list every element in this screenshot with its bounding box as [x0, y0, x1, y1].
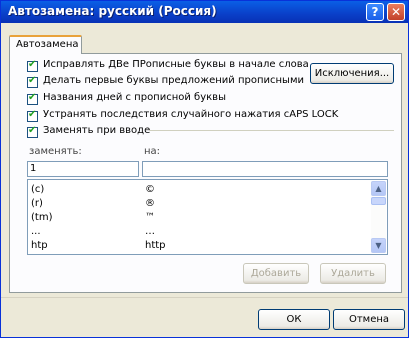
list-item[interactable]: ... … [28, 226, 368, 238]
list-item-from: htp [31, 240, 48, 251]
replace-input[interactable]: 1 [27, 161, 139, 177]
scroll-thumb[interactable] [371, 197, 386, 205]
checkbox-label: Устранять последствия случайного нажатия… [43, 109, 339, 120]
checkbox-label: Заменять при вводе [43, 125, 151, 136]
checkbox-capitalize-days[interactable] [27, 92, 38, 105]
list-item-from: (tm) [31, 212, 53, 223]
list-item-from: (c) [31, 184, 45, 195]
list-item[interactable]: (tm) ™ [28, 212, 368, 224]
list-item-to: … [145, 226, 155, 237]
list-item-to: http [145, 240, 166, 251]
group-divider [149, 130, 394, 131]
list-item-to: ™ [145, 212, 155, 223]
list-item-to: ® [145, 198, 155, 209]
list-item[interactable]: htp http [28, 240, 368, 252]
checkbox-caps-lock[interactable] [27, 109, 38, 122]
tab-autocorrect[interactable]: Автозамена [9, 35, 82, 54]
checkbox-capitalize-sentences[interactable] [27, 75, 38, 88]
list-item[interactable]: (c) © [28, 184, 368, 196]
cancel-button[interactable]: Отмена [333, 309, 405, 330]
scroll-down-icon[interactable]: ▼ [371, 238, 386, 253]
checkbox-label: Исправлять ДВе ПРописные буквы в начале … [43, 59, 309, 70]
delete-button[interactable]: Удалить [320, 263, 386, 284]
replace-label: заменять: [29, 146, 82, 157]
list-item[interactable]: (r) ® [28, 198, 368, 210]
window-title: Автозамена: русский (Россия) [8, 4, 217, 18]
ok-button[interactable]: ОК [258, 309, 330, 330]
list-item-from: (r) [31, 198, 43, 209]
with-label: на: [144, 146, 161, 157]
help-button[interactable]: ? [366, 3, 384, 21]
tab-label: Автозамена [16, 39, 79, 50]
replacement-list[interactable]: (c) © (r) ® (tm) ™ ... … htp http ▲ ▼ [27, 179, 388, 255]
list-item-from: ... [31, 226, 41, 237]
checkbox-replace-as-you-type[interactable] [27, 125, 38, 138]
list-item-to: © [145, 184, 155, 195]
scroll-up-icon[interactable]: ▲ [371, 181, 386, 196]
add-button[interactable]: Добавить [243, 263, 309, 284]
footer-divider [1, 297, 408, 298]
close-button[interactable]: ✕ [387, 3, 405, 21]
exceptions-button[interactable]: Исключения... [310, 63, 394, 84]
checkbox-two-initial-capitals[interactable] [27, 59, 38, 72]
list-scrollbar[interactable]: ▲ ▼ [371, 181, 386, 253]
title-bar[interactable]: Автозамена: русский (Россия) ? ✕ [1, 1, 408, 23]
with-input[interactable] [142, 161, 388, 177]
checkbox-label: Названия дней с прописной буквы [43, 92, 226, 103]
autocorrect-dialog: Автозамена: русский (Россия) ? ✕ Автозам… [0, 0, 409, 338]
checkbox-label: Делать первые буквы предложений прописны… [43, 75, 304, 86]
